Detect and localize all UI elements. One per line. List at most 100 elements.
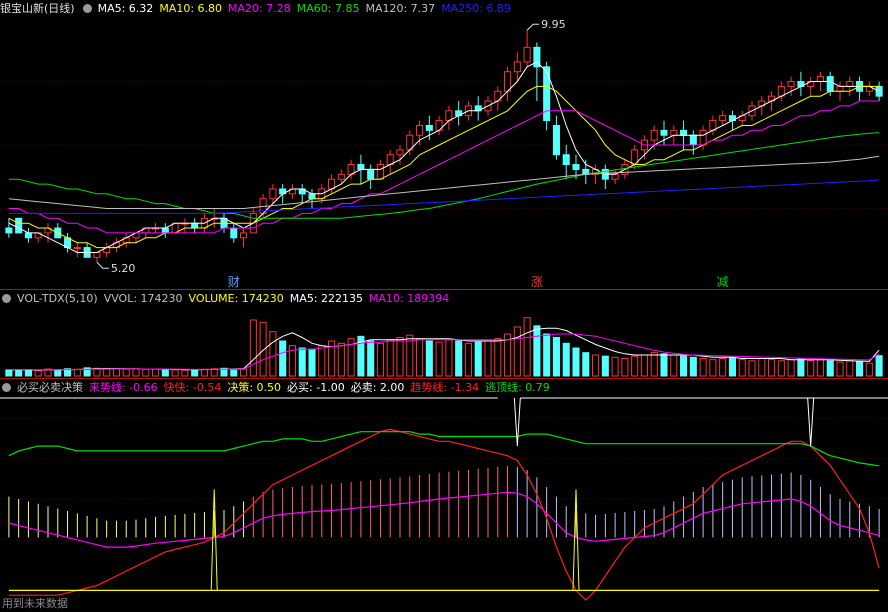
volume-bar <box>689 356 697 377</box>
volume-bar <box>337 342 345 377</box>
candle-body <box>191 222 199 229</box>
candle-body <box>367 168 375 180</box>
volume-bar <box>142 368 150 377</box>
candle-body <box>611 173 619 180</box>
candle-body <box>15 217 23 234</box>
volume-bar <box>191 368 199 377</box>
volume-bar <box>445 339 453 377</box>
volume-bar <box>464 342 472 377</box>
candle-body <box>24 232 32 239</box>
candle-body <box>816 76 824 83</box>
volume-bar <box>601 355 609 377</box>
volume-bar <box>396 337 404 377</box>
candle-body <box>504 71 512 92</box>
candle-body <box>376 164 384 180</box>
volume-bar <box>279 340 287 377</box>
volume-bar <box>161 369 169 377</box>
volume-bar <box>856 361 864 377</box>
candle-body <box>660 129 668 136</box>
volume-bar <box>846 360 854 377</box>
volume-bar <box>738 359 746 377</box>
ma-line-ma5 <box>8 61 880 253</box>
volume-bar <box>865 362 873 377</box>
volume-bar <box>728 356 736 377</box>
candle-body <box>240 232 248 239</box>
volume-bar <box>816 359 824 377</box>
volume-bar <box>640 354 648 377</box>
candle-body <box>699 129 707 146</box>
volume-bar <box>386 339 394 377</box>
volume-bar <box>513 326 521 377</box>
candle-body <box>523 46 531 63</box>
volume-bar <box>152 368 160 377</box>
volume-bar <box>543 333 551 377</box>
volume-bar <box>15 369 23 377</box>
volume-bar <box>758 358 766 377</box>
volume-bar <box>621 358 629 377</box>
volume-bar <box>298 347 306 377</box>
volume-bar <box>122 368 130 377</box>
future-data-note: 用到未来数据 <box>2 597 68 610</box>
volume-bar <box>230 368 238 377</box>
volume-bar <box>200 368 208 377</box>
event-marker: 减 <box>717 275 729 289</box>
candle-body <box>357 164 365 170</box>
volume-bar <box>73 368 81 377</box>
volume-bar <box>34 370 42 377</box>
volume-bar <box>768 359 776 377</box>
volume-bar <box>416 338 424 377</box>
volume-bar <box>308 348 316 377</box>
volume-bar <box>367 340 375 377</box>
candle-body <box>552 124 560 156</box>
candle-body <box>719 115 727 122</box>
candle-body <box>562 154 570 166</box>
volume-bar <box>171 369 179 377</box>
volume-bar <box>269 331 277 377</box>
sell-spike <box>807 397 815 447</box>
volume-bar <box>582 352 590 377</box>
volume-bar <box>533 325 541 377</box>
candle-body <box>161 227 169 234</box>
candle-body <box>846 81 854 87</box>
volume-bar <box>680 355 688 377</box>
volume-bar <box>112 368 120 377</box>
candle-body <box>650 129 658 141</box>
low-pointer <box>96 261 109 269</box>
high-price-label: 9.95 <box>541 18 566 31</box>
volume-bar <box>455 340 463 377</box>
volume-bar <box>787 359 795 377</box>
volume-bar <box>699 358 707 377</box>
volume-bar <box>552 337 560 377</box>
event-marker: 涨 <box>531 274 543 289</box>
volume-bar <box>24 369 32 377</box>
candle-body <box>425 124 433 131</box>
volume-bar <box>562 342 570 377</box>
stock-chart[interactable]: 9.95 5.20 财 涨 减 <box>0 0 888 612</box>
signal-line-逃顶线 <box>8 431 880 467</box>
volume-bar <box>572 347 580 377</box>
volume-bar <box>748 360 756 377</box>
volume-bar <box>660 353 668 377</box>
volume-bar <box>797 358 805 377</box>
volume-bar <box>425 340 433 377</box>
volume-bar <box>777 360 785 377</box>
volume-bar <box>523 317 531 377</box>
volume-bar <box>494 338 502 377</box>
volume-bar <box>181 369 189 377</box>
candle-body <box>416 124 424 136</box>
ma-line-ma120 <box>8 155 880 209</box>
candle-body <box>308 193 316 200</box>
volume-bar <box>592 354 600 377</box>
volume-bar <box>875 355 883 377</box>
low-price-label: 5.20 <box>111 262 136 275</box>
volume-bar <box>435 341 443 377</box>
volume-bar <box>54 369 62 377</box>
volume-bar <box>484 340 492 377</box>
candle-body <box>680 129 688 136</box>
volume-bar <box>836 361 844 377</box>
candle-body <box>396 149 404 156</box>
volume-bar <box>807 360 815 377</box>
volume-bar <box>631 355 639 377</box>
volume-bar <box>709 359 717 377</box>
candle-body <box>73 247 81 250</box>
